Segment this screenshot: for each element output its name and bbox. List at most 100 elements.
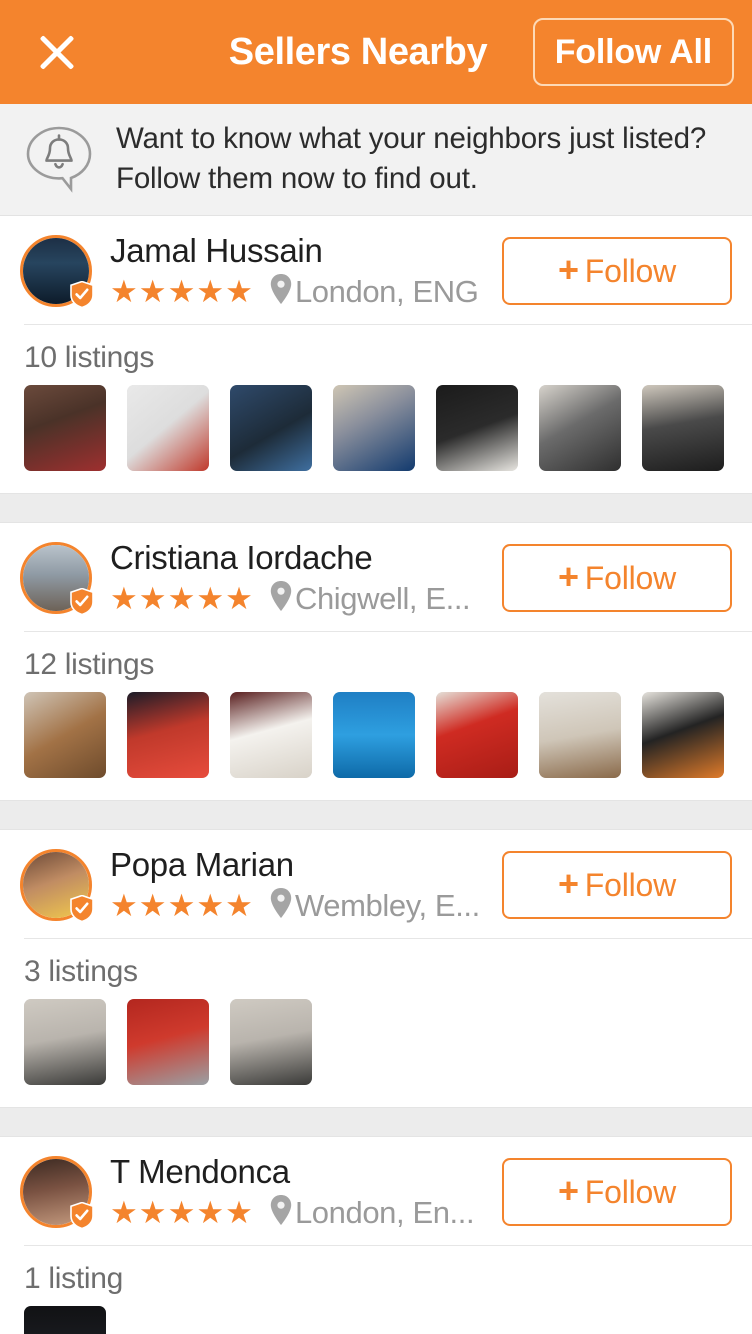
- listing-thumbnail-image: [24, 385, 106, 471]
- listing-thumbnails: [0, 1306, 752, 1334]
- location-pin-icon: [270, 273, 292, 309]
- follow-button-label: Follow: [584, 1173, 677, 1210]
- listing-thumbnail[interactable]: [24, 692, 106, 778]
- listing-thumbnail-image: [24, 692, 106, 778]
- verified-badge-icon: [70, 587, 94, 616]
- location-pin-icon: [270, 1194, 292, 1230]
- seller-meta: ★★★★★ London, En...: [110, 1194, 488, 1230]
- listing-thumbnail-image: [436, 385, 518, 471]
- listing-thumbnail[interactable]: [24, 999, 106, 1085]
- rating-stars: ★★★★★: [110, 580, 254, 616]
- app-header: Sellers Nearby Follow All: [0, 0, 752, 104]
- seller-header-row[interactable]: Jamal Hussain ★★★★★ London, ENG + Follow: [0, 216, 752, 324]
- seller-name: Cristiana Iordache: [110, 540, 373, 577]
- section-spacer: [0, 493, 752, 523]
- seller-meta: ★★★★★ Chigwell, E...: [110, 580, 488, 616]
- listings-count: 12 listings: [24, 648, 155, 681]
- listing-thumbnail-image: [24, 999, 106, 1085]
- follow-button-label: Follow: [584, 252, 677, 289]
- listing-thumbnail[interactable]: [24, 385, 106, 471]
- follow-button[interactable]: + Follow: [502, 544, 732, 612]
- listing-thumbnail[interactable]: [24, 1306, 106, 1334]
- seller-header-row[interactable]: Cristiana Iordache ★★★★★ Chigwell, E... + Fo…: [0, 523, 752, 631]
- listing-thumbnail[interactable]: [230, 692, 312, 778]
- listing-thumbnail-image: [642, 385, 724, 471]
- section-spacer: [0, 800, 752, 830]
- listing-thumbnail-image: [436, 692, 518, 778]
- listing-thumbnail[interactable]: [230, 999, 312, 1085]
- location-pin-icon: [270, 887, 292, 923]
- avatar[interactable]: [20, 849, 94, 923]
- seller-list: Jamal Hussain ★★★★★ London, ENG + Follow 10 l…: [0, 216, 752, 1334]
- listing-thumbnail[interactable]: [539, 385, 621, 471]
- listings-count: 3 listings: [24, 955, 138, 988]
- listing-thumbnail-image: [230, 692, 312, 778]
- follow-button[interactable]: + Follow: [502, 851, 732, 919]
- listing-thumbnail-image: [230, 385, 312, 471]
- follow-button-label: Follow: [584, 559, 677, 596]
- seller-card[interactable]: T Mendonca ★★★★★ London, En... + Follow 1 lis…: [0, 1137, 752, 1334]
- location-pin-icon: [270, 580, 292, 616]
- avatar[interactable]: [20, 542, 94, 616]
- listings-count: 10 listings: [24, 341, 155, 374]
- bell-notification-icon: [22, 123, 98, 195]
- seller-card[interactable]: Jamal Hussain ★★★★★ London, ENG + Follow 10 l…: [0, 216, 752, 493]
- seller-meta: ★★★★★ London, ENG: [110, 273, 488, 309]
- listing-thumbnail[interactable]: [642, 692, 724, 778]
- seller-info: Popa Marian ★★★★★ Wembley, E...: [110, 847, 488, 923]
- promo-text: Want to know what your neighbors just li…: [116, 122, 707, 195]
- listing-thumbnail[interactable]: [230, 385, 312, 471]
- listing-thumbnail-image: [127, 999, 209, 1085]
- listing-thumbnail[interactable]: [127, 385, 209, 471]
- listing-thumbnail-image: [642, 692, 724, 778]
- sellers-nearby-screen: Sellers Nearby Follow All Want to know w…: [0, 0, 752, 1334]
- listing-thumbnail[interactable]: [127, 999, 209, 1085]
- seller-header-row[interactable]: T Mendonca ★★★★★ London, En... + Follow: [0, 1137, 752, 1245]
- verified-badge-icon: [70, 280, 94, 309]
- rating-stars: ★★★★★: [110, 887, 254, 923]
- listing-thumbnail-image: [333, 385, 415, 471]
- listing-thumbnail[interactable]: [642, 385, 724, 471]
- listing-thumbnail-image: [539, 385, 621, 471]
- avatar[interactable]: [20, 1156, 94, 1230]
- seller-location: Chigwell, E...: [294, 580, 471, 616]
- seller-location: Wembley, E...: [294, 887, 480, 923]
- seller-name: Jamal Hussain: [110, 233, 323, 270]
- follow-button[interactable]: + Follow: [502, 237, 732, 305]
- seller-name: Popa Marian: [110, 847, 294, 884]
- promo-banner: Want to know what your neighbors just li…: [0, 104, 752, 216]
- listing-thumbnail[interactable]: [539, 692, 621, 778]
- listing-thumbnail-image: [230, 999, 312, 1085]
- listing-thumbnail[interactable]: [436, 692, 518, 778]
- seller-info: Cristiana Iordache ★★★★★ Chigwell, E...: [110, 540, 488, 616]
- seller-location: London, ENG: [294, 273, 479, 309]
- seller-info: T Mendonca ★★★★★ London, En...: [110, 1154, 488, 1230]
- seller-info: Jamal Hussain ★★★★★ London, ENG: [110, 233, 488, 309]
- plus-icon: +: [557, 249, 579, 290]
- listing-thumbnail-image: [333, 692, 415, 778]
- listing-thumbnail[interactable]: [127, 692, 209, 778]
- avatar[interactable]: [20, 235, 94, 309]
- section-spacer: [0, 1107, 752, 1137]
- close-button[interactable]: [20, 15, 94, 89]
- listing-thumbnail-image: [539, 692, 621, 778]
- seller-card[interactable]: Cristiana Iordache ★★★★★ Chigwell, E... + Fo…: [0, 523, 752, 800]
- verified-badge-icon: [70, 1201, 94, 1230]
- plus-icon: +: [557, 556, 579, 597]
- listing-thumbnails: [0, 385, 752, 493]
- listing-thumbnail[interactable]: [436, 385, 518, 471]
- listing-thumbnail[interactable]: [333, 385, 415, 471]
- plus-icon: +: [557, 863, 579, 904]
- follow-all-button[interactable]: Follow All: [532, 18, 734, 86]
- follow-button-label: Follow: [584, 866, 677, 903]
- listings-count: 1 listing: [24, 1262, 124, 1295]
- listing-thumbnails: [0, 692, 752, 800]
- plus-icon: +: [557, 1170, 579, 1211]
- listing-thumbnail[interactable]: [333, 692, 415, 778]
- seller-card[interactable]: Popa Marian ★★★★★ Wembley, E... + Follow 3 li…: [0, 830, 752, 1107]
- follow-button[interactable]: + Follow: [502, 1158, 732, 1226]
- seller-location: London, En...: [294, 1194, 475, 1230]
- seller-meta: ★★★★★ Wembley, E...: [110, 887, 488, 923]
- listing-thumbnail-image: [127, 692, 209, 778]
- seller-header-row[interactable]: Popa Marian ★★★★★ Wembley, E... + Follow: [0, 830, 752, 938]
